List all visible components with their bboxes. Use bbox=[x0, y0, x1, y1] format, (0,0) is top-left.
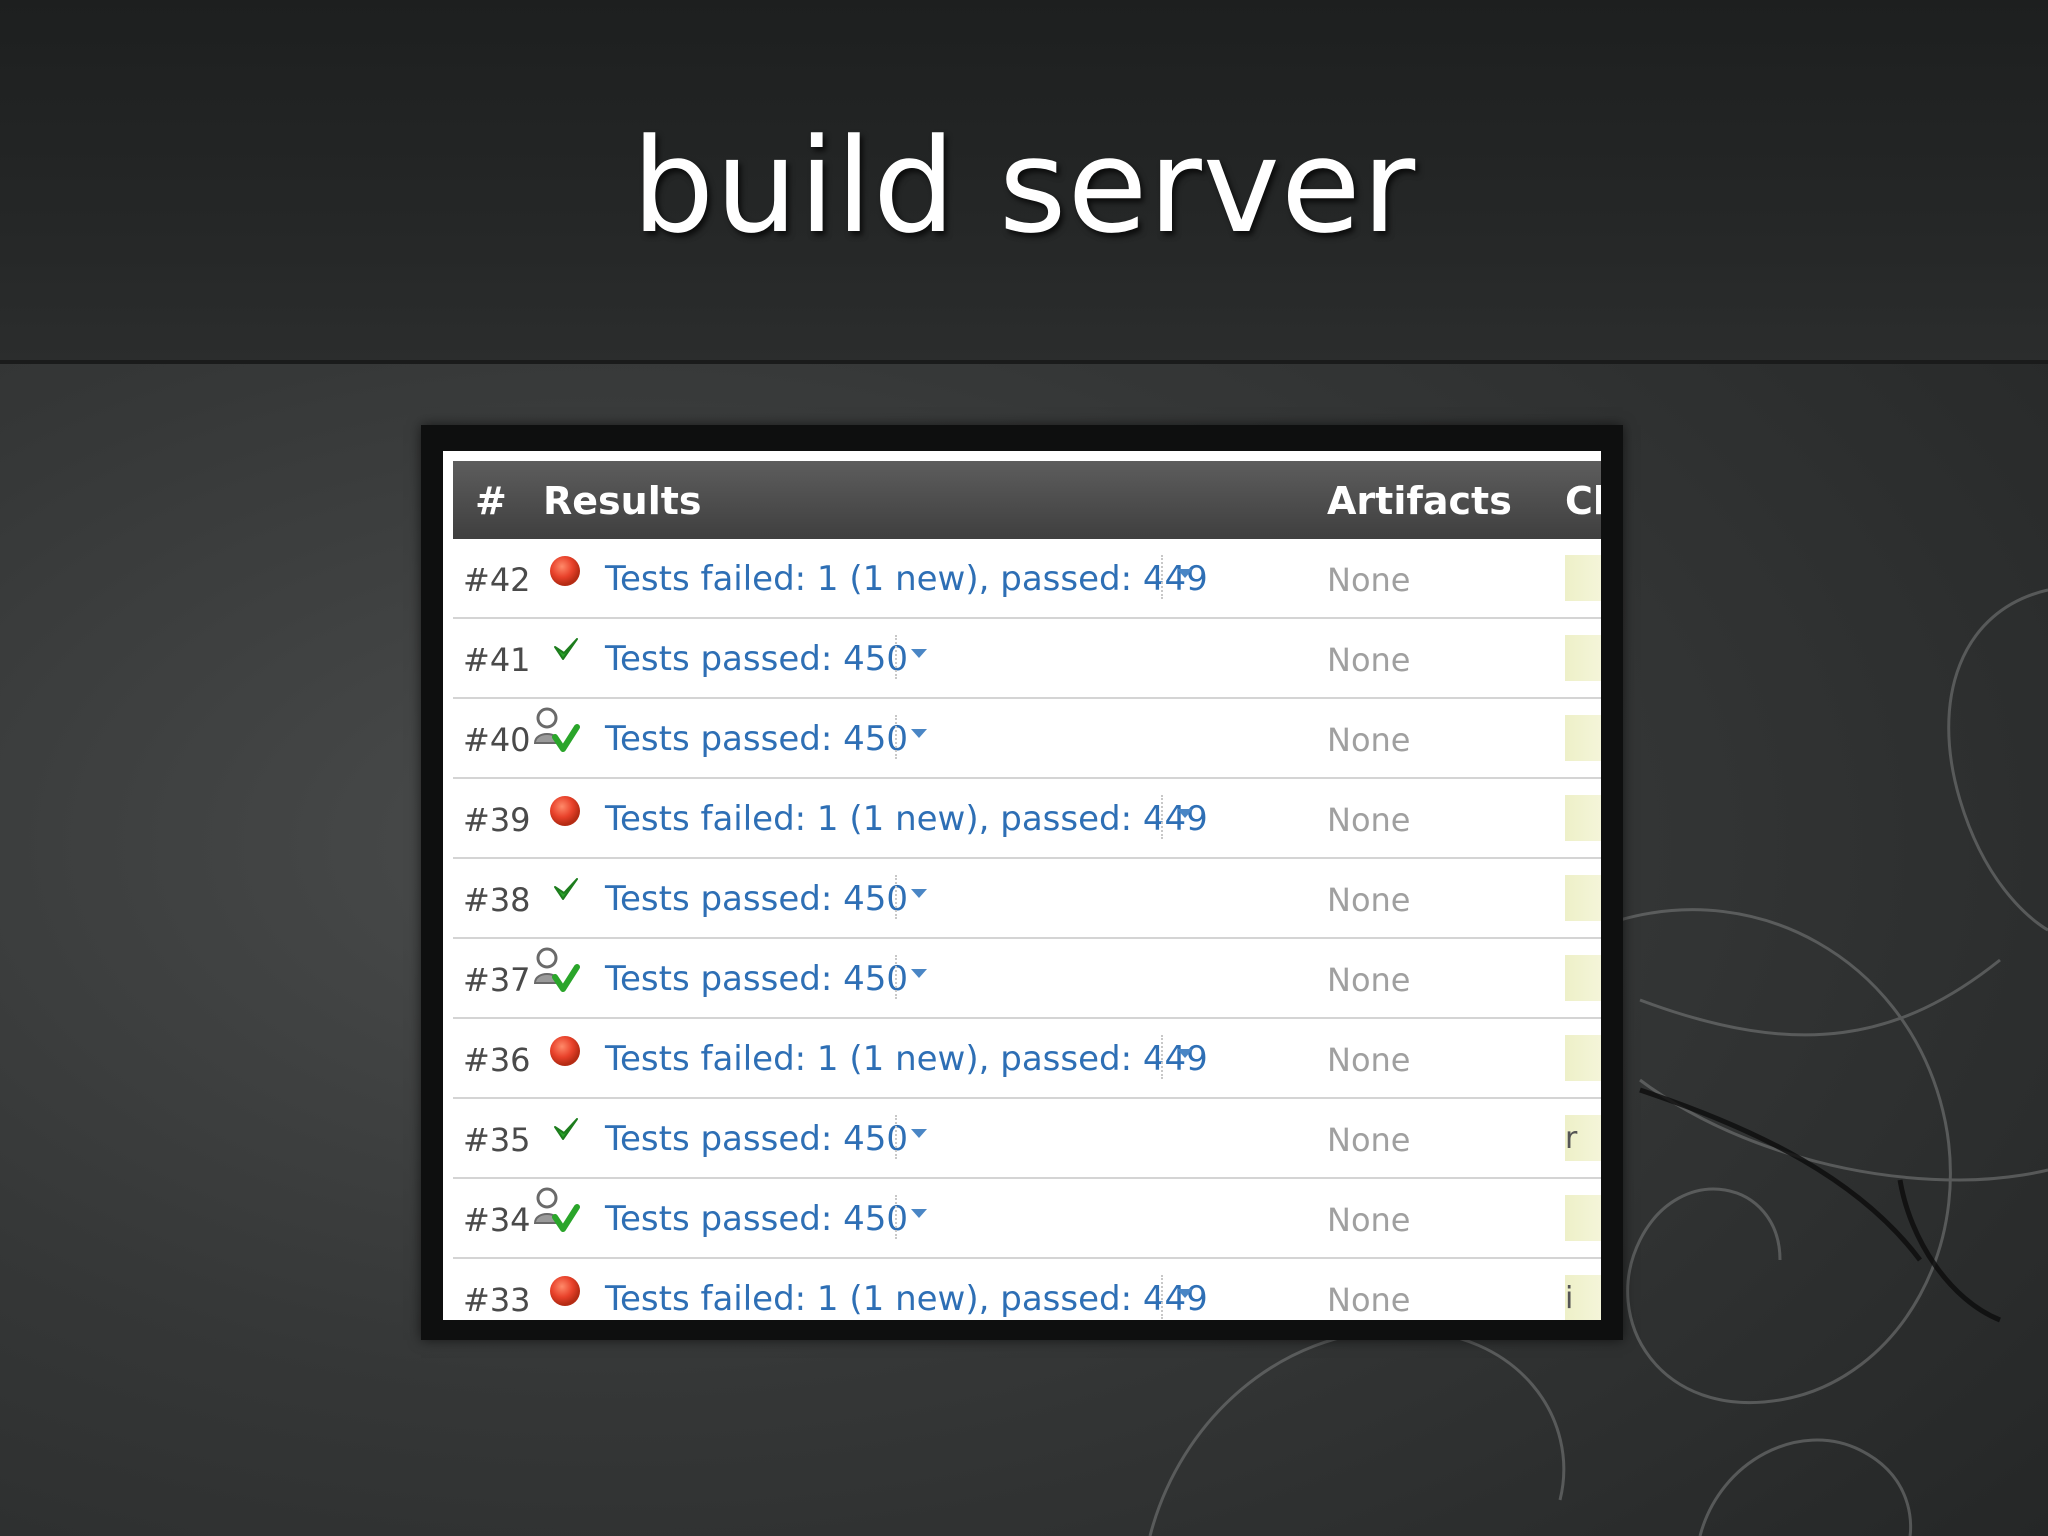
table-row[interactable]: #42 Tests failed: 1 (1 new), passed: 449 N… bbox=[453, 539, 1601, 619]
changes-cell[interactable] bbox=[1565, 795, 1601, 841]
table-row[interactable]: #33 Tests failed: 1 (1 new), passed: 449 N… bbox=[453, 1259, 1601, 1320]
table-row[interactable]: #38 Tests passed: 450 None bbox=[453, 859, 1601, 939]
divider bbox=[895, 715, 897, 759]
build-number[interactable]: #42 bbox=[463, 561, 531, 599]
divider bbox=[1161, 555, 1163, 599]
green-check-icon bbox=[547, 633, 587, 673]
build-result-link[interactable]: Tests passed: 450 bbox=[605, 879, 908, 919]
build-number[interactable]: #35 bbox=[463, 1121, 531, 1159]
build-number[interactable]: #34 bbox=[463, 1201, 531, 1239]
build-result-link[interactable]: Tests failed: 1 (1 new), passed: 449 bbox=[605, 1039, 1208, 1079]
build-number[interactable]: #41 bbox=[463, 641, 531, 679]
build-number[interactable]: #36 bbox=[463, 1041, 531, 1079]
chevron-down-icon[interactable] bbox=[1177, 1289, 1193, 1298]
green-check-icon bbox=[547, 1113, 587, 1153]
build-result-link[interactable]: Tests failed: 1 (1 new), passed: 449 bbox=[605, 799, 1208, 839]
build-history-table: # Results Artifacts Cl #42 Tests failed: … bbox=[443, 451, 1601, 1320]
chevron-down-icon[interactable] bbox=[911, 969, 927, 978]
artifacts-value: None bbox=[1327, 1201, 1411, 1239]
table-row[interactable]: #37 Tests passed: 450 None bbox=[453, 939, 1601, 1019]
artifacts-value: None bbox=[1327, 881, 1411, 919]
build-result-link[interactable]: Tests passed: 450 bbox=[605, 639, 908, 679]
build-number[interactable]: #39 bbox=[463, 801, 531, 839]
build-result-link[interactable]: Tests failed: 1 (1 new), passed: 449 bbox=[605, 1279, 1208, 1319]
column-header-changes[interactable]: Cl bbox=[1565, 479, 1601, 523]
chevron-down-icon[interactable] bbox=[911, 1129, 927, 1138]
build-result-link[interactable]: Tests passed: 450 bbox=[605, 959, 908, 999]
artifacts-value: None bbox=[1327, 641, 1411, 679]
build-number[interactable]: #38 bbox=[463, 881, 531, 919]
green-check-icon bbox=[547, 873, 587, 913]
chevron-down-icon[interactable] bbox=[911, 889, 927, 898]
table-row[interactable]: #40 Tests passed: 450 None bbox=[453, 699, 1601, 779]
divider bbox=[895, 875, 897, 919]
column-header-number: # bbox=[475, 479, 507, 523]
divider bbox=[895, 635, 897, 679]
table-row[interactable]: #35 Tests passed: 450 None r bbox=[453, 1099, 1601, 1179]
changes-value[interactable]: r bbox=[1565, 1121, 1577, 1156]
changes-cell[interactable] bbox=[1565, 955, 1601, 1001]
changes-value[interactable]: i bbox=[1565, 1281, 1573, 1316]
table-row[interactable]: #41 Tests passed: 450 None bbox=[453, 619, 1601, 699]
divider bbox=[895, 955, 897, 999]
chevron-down-icon[interactable] bbox=[911, 729, 927, 738]
column-header-results[interactable]: Results bbox=[543, 479, 702, 523]
build-number[interactable]: #37 bbox=[463, 961, 531, 999]
artifacts-value: None bbox=[1327, 961, 1411, 999]
build-number[interactable]: #33 bbox=[463, 1281, 531, 1319]
table-header: # Results Artifacts Cl bbox=[453, 461, 1601, 539]
table-row[interactable]: #36 Tests failed: 1 (1 new), passed: 449 N… bbox=[453, 1019, 1601, 1099]
changes-cell[interactable] bbox=[1565, 715, 1601, 761]
divider bbox=[1161, 1275, 1163, 1319]
table-row[interactable]: #34 Tests passed: 450 None bbox=[453, 1179, 1601, 1259]
changes-cell[interactable] bbox=[1565, 875, 1601, 921]
personal-build-check-icon bbox=[533, 947, 580, 992]
chevron-down-icon[interactable] bbox=[911, 1209, 927, 1218]
column-header-artifacts[interactable]: Artifacts bbox=[1327, 479, 1512, 523]
table-row[interactable]: #39 Tests failed: 1 (1 new), passed: 449 N… bbox=[453, 779, 1601, 859]
artifacts-value: None bbox=[1327, 1281, 1411, 1319]
build-result-link[interactable]: Tests failed: 1 (1 new), passed: 449 bbox=[605, 559, 1208, 599]
build-result-link[interactable]: Tests passed: 450 bbox=[605, 1199, 908, 1239]
changes-cell[interactable] bbox=[1565, 635, 1601, 681]
slide-title: build server bbox=[631, 110, 1417, 262]
artifacts-value: None bbox=[1327, 721, 1411, 759]
build-number[interactable]: #40 bbox=[463, 721, 531, 759]
chevron-down-icon[interactable] bbox=[911, 649, 927, 658]
changes-cell[interactable] bbox=[1565, 1195, 1601, 1241]
divider bbox=[1161, 795, 1163, 839]
changes-cell[interactable] bbox=[1565, 555, 1601, 601]
chevron-down-icon[interactable] bbox=[1177, 809, 1193, 818]
changes-cell[interactable] bbox=[1565, 1035, 1601, 1081]
personal-build-check-icon bbox=[533, 707, 580, 752]
build-result-link[interactable]: Tests passed: 450 bbox=[605, 719, 908, 759]
artifacts-value: None bbox=[1327, 561, 1411, 599]
red-dot-icon bbox=[547, 553, 587, 593]
build-result-link[interactable]: Tests passed: 450 bbox=[605, 1119, 908, 1159]
artifacts-value: None bbox=[1327, 1041, 1411, 1079]
chevron-down-icon[interactable] bbox=[1177, 569, 1193, 578]
artifacts-value: None bbox=[1327, 801, 1411, 839]
divider bbox=[1161, 1035, 1163, 1079]
red-dot-icon bbox=[547, 1273, 587, 1313]
divider bbox=[895, 1195, 897, 1239]
chevron-down-icon[interactable] bbox=[1177, 1049, 1193, 1058]
divider bbox=[895, 1115, 897, 1159]
personal-build-check-icon bbox=[533, 1187, 580, 1232]
artifacts-value: None bbox=[1327, 1121, 1411, 1159]
red-dot-icon bbox=[547, 1033, 587, 1073]
red-dot-icon bbox=[547, 793, 587, 833]
